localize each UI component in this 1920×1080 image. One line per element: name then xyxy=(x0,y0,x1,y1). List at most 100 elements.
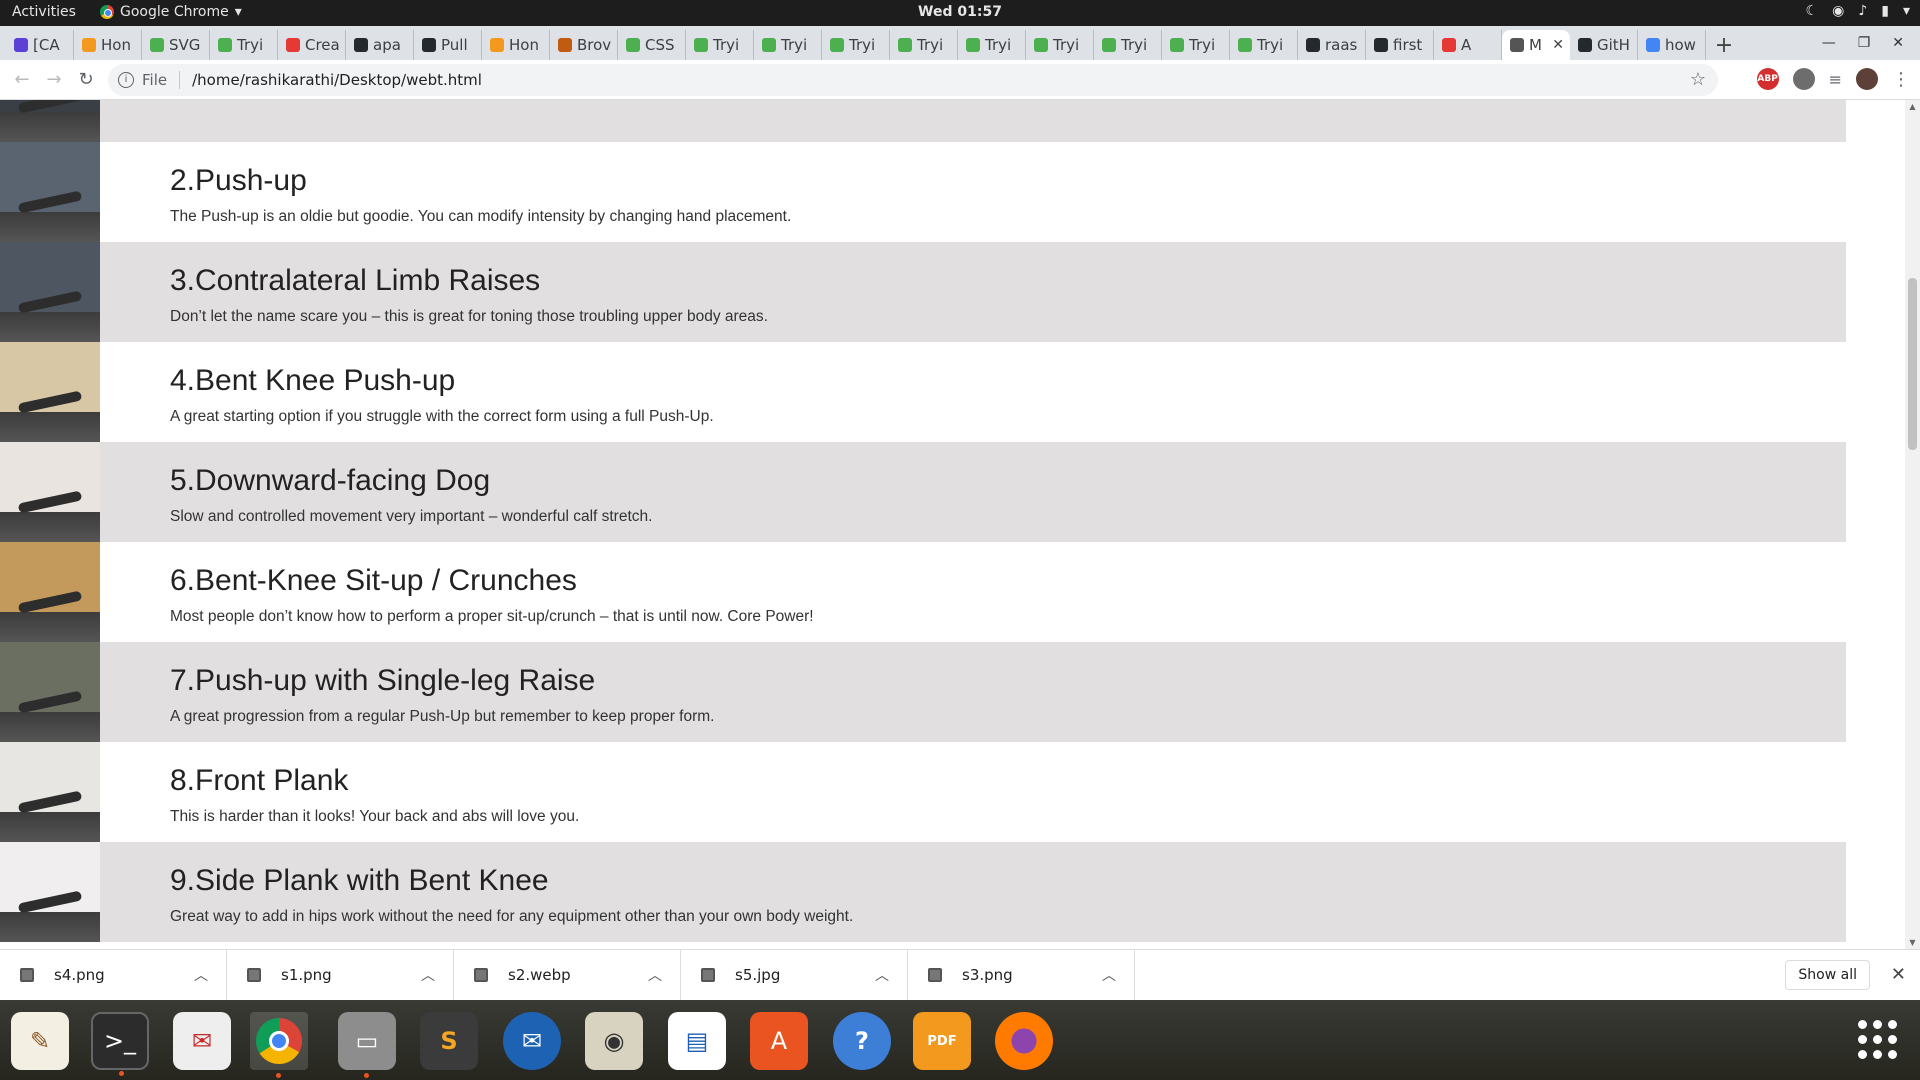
info-icon[interactable]: i xyxy=(118,72,134,88)
favicon-icon xyxy=(1034,38,1048,52)
help-icon[interactable]: ? xyxy=(833,1012,891,1070)
browser-tab[interactable]: Hon xyxy=(74,30,142,60)
scrollbar-thumb[interactable] xyxy=(1908,278,1917,450)
chevron-down-icon: ▾ xyxy=(1902,3,1910,19)
rhythmbox-icon[interactable]: ◉ xyxy=(585,1012,643,1070)
chevron-up-icon[interactable]: ︿ xyxy=(648,965,662,985)
reload-icon[interactable]: ↻ xyxy=(70,69,102,90)
favicon-icon xyxy=(354,38,368,52)
browser-tab[interactable]: SVG xyxy=(142,30,210,60)
person-figure xyxy=(17,890,83,914)
exercise-title: 5.Downward-facing Dog xyxy=(170,464,491,497)
tab-label: Hon xyxy=(509,36,539,54)
close-window-icon[interactable]: ✕ xyxy=(1892,35,1904,51)
browser-tab[interactable]: Tryi xyxy=(822,30,890,60)
pdf-app-icon[interactable]: PDF xyxy=(913,1012,971,1070)
browser-tab[interactable]: CSS xyxy=(618,30,686,60)
app-menu[interactable]: Google Chrome ▾ xyxy=(100,4,242,20)
close-tab-icon[interactable]: ✕ xyxy=(1552,37,1564,53)
chevron-up-icon[interactable]: ︿ xyxy=(1102,965,1116,985)
adblock-plus-icon[interactable]: ABP xyxy=(1756,68,1779,90)
wifi-icon: ◉ xyxy=(1832,3,1845,19)
minimize-icon[interactable]: — xyxy=(1822,35,1836,51)
system-tray[interactable]: ☾ ◉ ♪ ▮ ▾ xyxy=(1806,3,1910,19)
address-bar[interactable]: i File /home/rashikarathi/Desktop/webt.h… xyxy=(108,64,1718,96)
tab-active[interactable]: M ✕ xyxy=(1502,30,1570,60)
browser-tab[interactable]: how xyxy=(1638,30,1706,60)
sublime-text-icon[interactable]: S xyxy=(420,1012,478,1070)
download-item[interactable]: s3.png ︿ xyxy=(908,949,1135,1001)
vertical-scrollbar[interactable]: ▲ ▼ xyxy=(1905,100,1920,949)
exercise-row: 4.Bent Knee Push-up A great starting opti… xyxy=(0,342,1846,442)
evince-icon[interactable]: ✉ xyxy=(173,1012,231,1070)
download-item[interactable]: s5.jpg ︿ xyxy=(681,949,908,1001)
browser-tab[interactable]: Hon xyxy=(482,30,550,60)
row-background xyxy=(100,742,1846,842)
show-all-button[interactable]: Show all xyxy=(1785,960,1870,990)
bookmark-star-icon[interactable]: ☆ xyxy=(1690,69,1706,90)
exercise-description: Slow and controlled movement very import… xyxy=(170,508,653,525)
person-figure xyxy=(17,390,83,414)
download-item[interactable]: s1.png ︿ xyxy=(227,949,454,1001)
back-arrow-icon[interactable]: ← xyxy=(6,69,38,90)
download-item[interactable]: s4.png ︿ xyxy=(0,949,227,1001)
exercise-description: Most people don’t know how to perform a … xyxy=(170,608,814,625)
close-shelf-icon[interactable]: ✕ xyxy=(1891,964,1906,985)
menu-kebab-icon[interactable]: ⋮ xyxy=(1892,69,1910,90)
browser-tab[interactable]: Crea xyxy=(278,30,346,60)
restore-icon[interactable]: ❐ xyxy=(1858,35,1871,51)
forward-arrow-icon[interactable]: → xyxy=(38,69,70,90)
person-figure xyxy=(17,790,83,814)
browser-tab[interactable]: Tryi xyxy=(754,30,822,60)
firefox-icon[interactable] xyxy=(995,1012,1053,1070)
clock[interactable]: Wed 01:57 xyxy=(918,4,1002,20)
browser-tab[interactable]: Tryi xyxy=(1230,30,1298,60)
browser-tab[interactable]: apa xyxy=(346,30,414,60)
tab-label: Tryi xyxy=(917,36,944,54)
favicon-icon xyxy=(762,38,776,52)
browser-tab[interactable]: A xyxy=(1434,30,1502,60)
browser-tab[interactable]: Tryi xyxy=(1094,30,1162,60)
scroll-up-arrow[interactable]: ▲ xyxy=(1905,102,1920,111)
thunderbird-icon[interactable]: ✉ xyxy=(503,1012,561,1070)
browser-tab[interactable]: Tryi xyxy=(1026,30,1094,60)
show-applications-icon[interactable] xyxy=(1858,1020,1898,1060)
browser-tab[interactable]: Tryi xyxy=(1162,30,1230,60)
text-editor-icon[interactable]: ✎ xyxy=(11,1012,69,1070)
chevron-up-icon[interactable]: ︿ xyxy=(194,965,208,985)
new-tab-button[interactable]: + xyxy=(1706,30,1742,60)
profile-avatar[interactable] xyxy=(1856,68,1878,90)
download-filename: s1.png xyxy=(281,966,332,984)
exercise-row: 9.Side Plank with Bent Knee Great way to … xyxy=(0,842,1846,942)
system-top-bar: Activities Google Chrome ▾ Wed 01:57 ☾ ◉… xyxy=(0,0,1920,26)
chrome-dock-icon[interactable] xyxy=(250,1012,308,1078)
libreoffice-writer-icon[interactable]: ▤ xyxy=(668,1012,726,1070)
browser-tab[interactable]: Tryi xyxy=(958,30,1026,60)
browser-tab[interactable]: Pull xyxy=(414,30,482,60)
tab-label: raas xyxy=(1325,36,1358,54)
activities-button[interactable]: Activities xyxy=(12,4,76,20)
browser-tab[interactable]: Tryi xyxy=(686,30,754,60)
exercise-title: 9.Side Plank with Bent Knee xyxy=(170,864,549,897)
browser-tab[interactable]: [CA xyxy=(6,30,74,60)
favicon-icon xyxy=(1578,38,1592,52)
url-text[interactable]: /home/rashikarathi/Desktop/webt.html xyxy=(192,71,482,89)
browser-tab[interactable]: raas xyxy=(1298,30,1366,60)
terminal-icon[interactable]: >_ xyxy=(91,1012,149,1076)
browser-tab[interactable]: GitH xyxy=(1570,30,1638,60)
browser-tab[interactable]: Brov xyxy=(550,30,618,60)
chevron-up-icon[interactable]: ︿ xyxy=(875,965,889,985)
browser-tab[interactable]: Tryi xyxy=(210,30,278,60)
media-controls-icon[interactable]: ≡ xyxy=(1829,70,1842,89)
software-center-icon[interactable]: A xyxy=(750,1012,808,1070)
browser-tab[interactable]: Tryi xyxy=(890,30,958,60)
file-icon xyxy=(247,968,261,982)
download-item[interactable]: s2.webp ︿ xyxy=(454,949,681,1001)
scroll-down-arrow[interactable]: ▼ xyxy=(1905,938,1920,947)
tab-strip: [CA Hon SVG Tryi Crea apa Pull Hon Brov CSS Tryi Tr… xyxy=(0,26,1920,60)
tab-label: Brov xyxy=(577,36,612,54)
chevron-up-icon[interactable]: ︿ xyxy=(421,965,435,985)
extension-icon[interactable] xyxy=(1792,68,1815,90)
files-icon[interactable]: ▭ xyxy=(338,1012,396,1078)
browser-tab[interactable]: first xyxy=(1366,30,1434,60)
